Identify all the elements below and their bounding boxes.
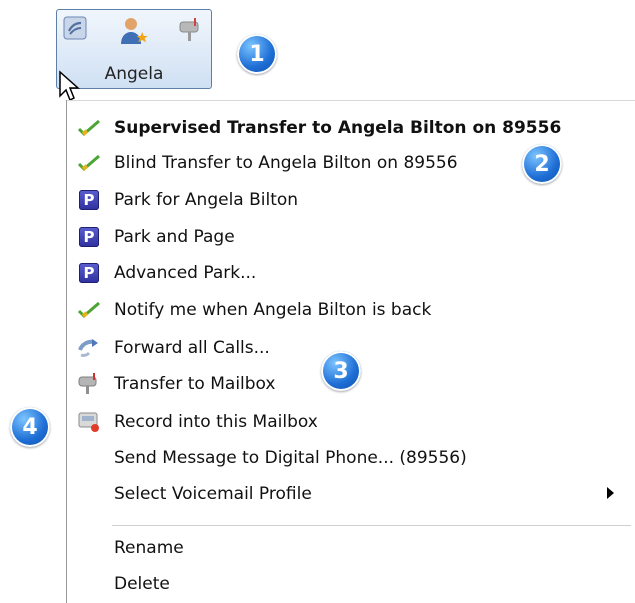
record-icon: [76, 410, 102, 434]
menu-item-notify-back[interactable]: Notify me when Angela Bilton is back: [72, 295, 632, 325]
user-star-icon[interactable]: [119, 16, 149, 50]
menu-item-park-and-page[interactable]: P Park and Page: [72, 222, 632, 252]
menu-top-border: [66, 100, 635, 101]
park-icon: P: [76, 261, 102, 285]
park-icon: P: [76, 225, 102, 249]
context-menu: Supervised Transfer to Angela Bilton on …: [66, 100, 635, 603]
menu-item-select-voicemail-profile[interactable]: Select Voicemail Profile: [72, 479, 632, 509]
mouse-cursor-icon: [59, 70, 80, 102]
menu-item-supervised-transfer[interactable]: Supervised Transfer to Angela Bilton on …: [72, 113, 632, 143]
park-icon: P: [76, 188, 102, 212]
menu-item-label: Park for Angela Bilton: [114, 190, 299, 210]
menu-item-advanced-park[interactable]: P Advanced Park...: [72, 258, 632, 288]
menu-item-label: Send Message to Digital Phone... (89556): [114, 448, 467, 468]
menu-item-send-message-digital-phone[interactable]: Send Message to Digital Phone... (89556): [72, 443, 632, 473]
menu-item-label: Record into this Mailbox: [114, 412, 318, 432]
menu-item-label: Transfer to Mailbox: [114, 374, 276, 394]
mailbox-icon: [76, 372, 102, 396]
menu-item-forward-all-calls[interactable]: Forward all Calls...: [72, 333, 632, 363]
phone-hook-icon[interactable]: [63, 16, 87, 44]
submenu-arrow-icon: [607, 487, 614, 499]
mailbox-icon[interactable]: [177, 16, 203, 46]
menu-item-label: Rename: [114, 538, 184, 558]
menu-item-park-for[interactable]: P Park for Angela Bilton: [72, 185, 632, 215]
callout-1: 1: [237, 34, 277, 74]
menu-item-label: Forward all Calls...: [114, 338, 270, 358]
transfer-check-icon: [76, 298, 102, 322]
menu-item-label: Notify me when Angela Bilton is back: [114, 300, 432, 320]
menu-item-delete[interactable]: Delete: [72, 569, 632, 599]
menu-item-label: Blind Transfer to Angela Bilton on 89556: [114, 153, 458, 173]
menu-item-label: Delete: [114, 574, 170, 594]
forward-icon: [76, 336, 102, 360]
transfer-check-icon: [76, 116, 102, 140]
callout-4: 4: [10, 407, 50, 447]
menu-item-label: Advanced Park...: [114, 263, 257, 283]
menu-item-transfer-to-mailbox[interactable]: Transfer to Mailbox: [72, 369, 632, 399]
transfer-check-icon: [76, 151, 102, 175]
menu-item-label: Supervised Transfer to Angela Bilton on …: [114, 118, 562, 138]
menu-separator: [112, 525, 631, 526]
menu-item-label: Park and Page: [114, 227, 235, 247]
menu-item-label: Select Voicemail Profile: [114, 484, 312, 504]
menu-left-border: [66, 100, 67, 603]
menu-item-blind-transfer[interactable]: Blind Transfer to Angela Bilton on 89556: [72, 148, 632, 178]
menu-item-rename[interactable]: Rename: [72, 533, 632, 563]
menu-item-record-into-mailbox[interactable]: Record into this Mailbox: [72, 407, 632, 437]
